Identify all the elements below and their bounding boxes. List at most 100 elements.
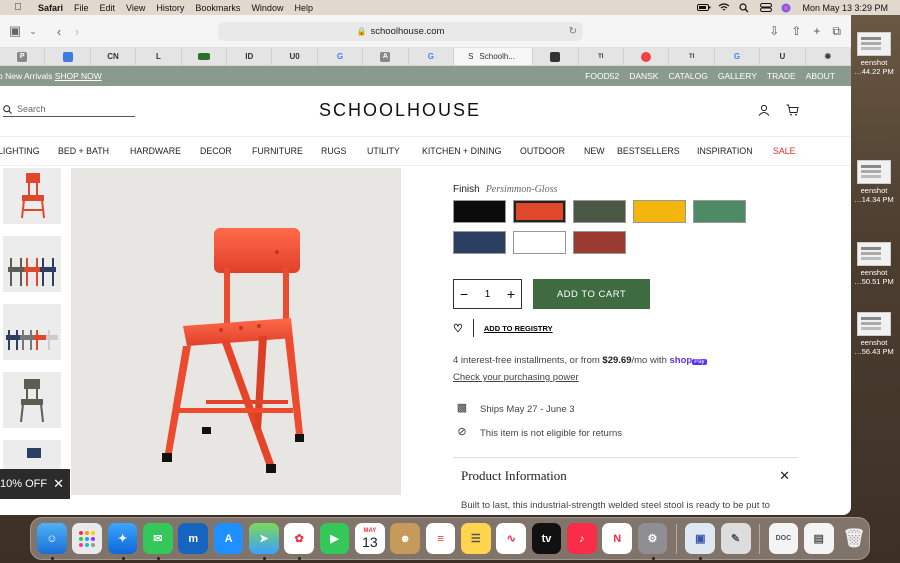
maps-icon[interactable]: ➤ [248,523,279,560]
search-icon[interactable] [739,3,751,13]
heart-icon[interactable]: ♡ [453,322,463,335]
nav-item-inspiration[interactable]: INSPIRATION [697,146,773,156]
desktop-file-4[interactable]: eenshot …56.43 PM [848,312,900,356]
menu-help[interactable]: Help [294,3,313,13]
chevron-down-icon[interactable]: ⌄ [24,26,42,37]
tab[interactable]: G [715,48,761,65]
tab[interactable] [624,48,670,65]
preview-icon[interactable]: ▣ [685,523,716,560]
nav-item-bestsellers[interactable]: BESTSELLERS [617,146,697,156]
finder-icon[interactable]: ☺ [37,523,67,560]
menu-window[interactable]: Window [251,3,283,13]
quantity-value[interactable]: 1 [485,289,491,300]
swatch-olive[interactable] [573,200,626,223]
tab[interactable]: A [363,48,409,65]
check-purchasing-power-link[interactable]: Check your purchasing power [453,370,798,385]
nav-item-rugs[interactable]: RUGS [321,146,367,156]
apple-icon[interactable]:  [12,2,24,13]
nav-item-outdoor[interactable]: OUTDOOR [520,146,584,156]
tab[interactable]: ID [227,48,273,65]
close-icon[interactable]: ✕ [779,468,790,484]
tab-overview-icon[interactable]: ⧉ [832,24,841,39]
photos-icon[interactable]: ✿ [284,523,315,560]
menu-clock[interactable]: Mon May 13 3:29 PM [802,3,888,13]
apple-tv-icon[interactable]: tv [531,523,562,554]
tab[interactable]: U [760,48,806,65]
new-tab-icon[interactable]: + [813,24,820,39]
share-icon[interactable]: ⇧ [791,24,801,39]
close-icon[interactable]: ✕ [53,476,64,492]
swatch-yellow[interactable] [633,200,686,223]
desktop-file-2[interactable]: eenshot …14.34 PM [848,160,900,204]
control-center-icon[interactable] [760,3,773,12]
swatch-red[interactable] [573,231,626,254]
thumbnail-4[interactable] [3,372,61,428]
reload-icon[interactable]: ↻ [569,26,577,37]
top-link[interactable]: DANSK [629,71,658,81]
tab[interactable] [182,48,228,65]
swatch-white[interactable] [513,231,566,254]
shop-now-link[interactable]: SHOP NOW [55,71,102,81]
reminders-icon[interactable]: ≡ [425,523,456,554]
nav-item-kitchen-dining[interactable]: KITCHEN + DINING [422,146,520,156]
site-logo[interactable]: SCHOOLHOUSE [0,100,800,121]
document-stack-icon[interactable]: ▤ [803,523,834,554]
safari-icon[interactable]: ✦ [107,523,138,560]
swatch-green[interactable] [693,200,746,223]
address-bar[interactable]: 🔒 schoolhouse.com ↻ [218,22,583,41]
nav-item-hardware[interactable]: HARDWARE [130,146,200,156]
thumbnail-3[interactable] [3,304,61,360]
launchpad-icon[interactable] [72,523,103,554]
add-to-registry-link[interactable]: ADD TO REGISTRY [484,324,553,333]
messages-icon[interactable]: ✉ [142,523,173,560]
swatch-persimmon[interactable] [513,200,566,223]
menu-file[interactable]: File [74,3,89,13]
news-icon[interactable]: N [602,523,633,554]
tab[interactable]: P [0,48,46,65]
swatch-black[interactable] [453,200,506,223]
tab-active[interactable]: S Schoolh... [454,48,534,65]
nav-item-decor[interactable]: DECOR [200,146,252,156]
nav-item-utility[interactable]: UTILITY [367,146,422,156]
menu-edit[interactable]: Edit [100,3,116,13]
nav-item-sale[interactable]: SALE [773,146,796,156]
sidebar-icon[interactable]: ▣ [6,23,24,39]
nav-item-lighting[interactable]: LIGHTING [0,146,58,156]
freeform-icon[interactable]: ∿ [496,523,527,554]
tab[interactable]: TI [669,48,715,65]
contacts-icon[interactable]: ☻ [390,523,421,554]
desktop-file-1[interactable]: eenshot …44.22 PM [848,32,900,76]
tab[interactable]: CN [91,48,137,65]
siri-icon[interactable] [781,3,793,13]
cart-icon[interactable] [786,104,799,116]
notes-icon[interactable]: ☰ [460,523,491,554]
forward-icon[interactable]: › [68,24,86,39]
system-settings-icon[interactable]: ⚙ [637,523,668,560]
tab[interactable]: G [318,48,364,65]
minus-icon[interactable]: − [460,286,468,302]
thumbnail-2[interactable] [3,236,61,292]
menu-bookmarks[interactable]: Bookmarks [195,3,240,13]
product-main-image[interactable] [71,168,401,495]
facetime-icon[interactable]: ▶ [319,523,350,554]
menu-app-name[interactable]: Safari [38,3,63,13]
tab[interactable]: U0 [272,48,318,65]
account-icon[interactable] [758,104,770,116]
meetup-icon[interactable]: m [178,523,209,554]
top-link[interactable]: FOOD52 [585,71,619,81]
calendar-icon[interactable]: MAY 13 [354,523,385,554]
top-link[interactable]: TRADE [767,71,796,81]
tab[interactable]: ❋ [806,48,851,65]
top-link[interactable]: ABOUT [806,71,835,81]
tab[interactable]: TI [579,48,625,65]
document-icon[interactable]: DOC [768,523,799,554]
trash-icon[interactable]: 🗑 [839,523,869,554]
textedit-icon[interactable]: ✎ [720,523,751,554]
tab[interactable]: L [136,48,182,65]
download-icon[interactable]: ⇩ [769,24,779,39]
wifi-icon[interactable] [718,3,730,12]
nav-item-new[interactable]: NEW [584,146,617,156]
nav-item-furniture[interactable]: FURNITURE [252,146,321,156]
menu-view[interactable]: View [126,3,145,13]
tab[interactable] [533,48,579,65]
